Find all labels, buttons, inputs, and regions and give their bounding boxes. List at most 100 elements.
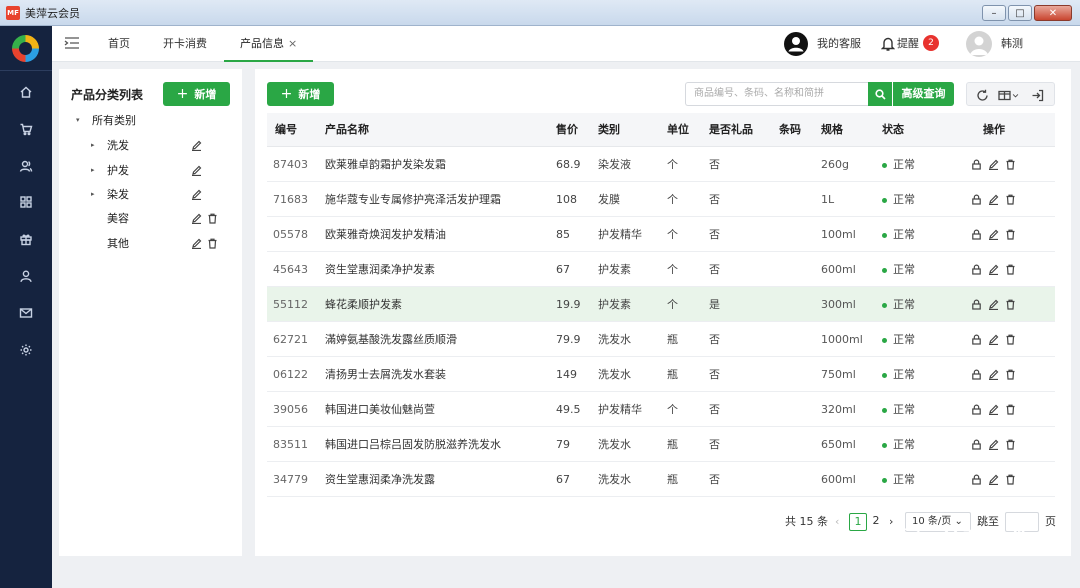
lock-icon[interactable] bbox=[971, 404, 982, 415]
delete-icon[interactable] bbox=[1005, 264, 1016, 275]
col-category[interactable]: 类别 bbox=[598, 113, 620, 147]
col-status[interactable]: 状态 bbox=[882, 113, 904, 147]
pagination-next-icon[interactable]: › bbox=[889, 512, 893, 532]
delete-icon[interactable] bbox=[1005, 159, 1016, 170]
tree-item-other[interactable]: 其他 bbox=[59, 232, 242, 254]
caret-right-icon[interactable]: ▸ bbox=[91, 190, 95, 198]
refresh-button[interactable] bbox=[976, 88, 989, 102]
tree-item-beauty[interactable]: 美容 bbox=[59, 207, 242, 229]
lock-icon[interactable] bbox=[971, 439, 982, 450]
delete-icon[interactable] bbox=[1005, 404, 1016, 415]
tree-item-care[interactable]: ▸ 护发 bbox=[59, 159, 242, 181]
caret-right-icon[interactable]: ▸ bbox=[91, 141, 95, 149]
reminder-link[interactable]: 提醒 bbox=[897, 26, 919, 62]
delete-icon[interactable] bbox=[1005, 439, 1016, 450]
edit-icon[interactable] bbox=[988, 299, 999, 311]
tree-item-wash[interactable]: ▸ 洗发 bbox=[59, 134, 242, 156]
table-row[interactable]: 71683 施华蔻专业专属修护亮泽活发护理霜 108 发膜 个 否 1L 正常 bbox=[267, 182, 1055, 217]
edit-icon[interactable] bbox=[988, 229, 999, 241]
user-name[interactable]: 韩测 bbox=[1001, 26, 1023, 62]
nav-staff[interactable] bbox=[0, 262, 52, 290]
nav-products[interactable] bbox=[0, 188, 52, 216]
search-input[interactable]: 商品编号、条码、名称和简拼 bbox=[685, 82, 868, 106]
edit-icon[interactable] bbox=[988, 474, 999, 486]
edit-icon[interactable] bbox=[988, 159, 999, 171]
delete-icon[interactable] bbox=[1005, 474, 1016, 485]
export-button[interactable] bbox=[1031, 88, 1044, 102]
edit-icon[interactable] bbox=[988, 404, 999, 416]
col-barcode[interactable]: 条码 bbox=[779, 113, 801, 147]
lock-icon[interactable] bbox=[971, 159, 982, 170]
nav-members[interactable] bbox=[0, 152, 52, 180]
table-row[interactable]: 34779 资生堂惠润柔净洗发露 67 洗发水 瓶 否 600ml 正常 bbox=[267, 462, 1055, 497]
col-spec[interactable]: 规格 bbox=[821, 113, 843, 147]
edit-icon[interactable] bbox=[988, 194, 999, 206]
pagination-page-2[interactable]: 2 bbox=[867, 513, 885, 531]
delete-icon[interactable] bbox=[207, 213, 218, 224]
edit-icon[interactable] bbox=[988, 439, 999, 451]
delete-icon[interactable] bbox=[1005, 229, 1016, 240]
lock-icon[interactable] bbox=[971, 194, 982, 205]
table-row[interactable]: 05578 欧莱雅奇焕润发护发精油 85 护发精华 个 否 100ml 正常 bbox=[267, 217, 1055, 252]
bell-icon[interactable] bbox=[880, 36, 896, 52]
pagination-page-1[interactable]: 1 bbox=[849, 513, 867, 531]
table-row[interactable]: 06122 清扬男士去屑洗发水套装 149 洗发水 瓶 否 750ml 正常 bbox=[267, 357, 1055, 392]
tab-home[interactable]: 首页 bbox=[108, 26, 130, 62]
pagination-prev-icon[interactable]: ‹ bbox=[835, 512, 839, 532]
edit-icon[interactable] bbox=[988, 369, 999, 381]
edit-icon[interactable] bbox=[988, 334, 999, 346]
edit-icon[interactable] bbox=[191, 140, 202, 152]
delete-icon[interactable] bbox=[207, 238, 218, 249]
edit-icon[interactable] bbox=[191, 189, 202, 201]
edit-icon[interactable] bbox=[191, 213, 202, 225]
add-category-button[interactable]: + 新增 bbox=[163, 82, 230, 106]
table-row[interactable]: 45643 资生堂惠润柔净护发素 67 护发素 个 否 600ml 正常 bbox=[267, 252, 1055, 287]
edit-icon[interactable] bbox=[191, 238, 202, 250]
col-unit[interactable]: 单位 bbox=[667, 113, 689, 147]
lock-icon[interactable] bbox=[971, 474, 982, 485]
brand-logo-icon[interactable] bbox=[12, 35, 39, 62]
tab-card-consume[interactable]: 开卡消费 bbox=[163, 26, 207, 62]
table-row[interactable]: 39056 韩国进口美妆仙魅尚萱 49.5 护发精华 个 否 320ml 正常 bbox=[267, 392, 1055, 427]
lock-icon[interactable] bbox=[971, 369, 982, 380]
delete-icon[interactable] bbox=[1005, 334, 1016, 345]
nav-settings[interactable] bbox=[0, 336, 52, 364]
delete-icon[interactable] bbox=[1005, 369, 1016, 380]
delete-icon[interactable] bbox=[1005, 299, 1016, 310]
col-price[interactable]: 售价 bbox=[556, 113, 578, 147]
nav-messages[interactable] bbox=[0, 299, 52, 327]
table-row-selected[interactable]: 55112 蜂花柔顺护发素 19.9 护发素 个 是 300ml 正常 bbox=[267, 287, 1055, 322]
col-code[interactable]: 编号 bbox=[275, 113, 297, 147]
lock-icon[interactable] bbox=[971, 264, 982, 275]
menu-toggle-button[interactable] bbox=[64, 36, 80, 50]
caret-down-icon[interactable]: ▾ bbox=[76, 116, 80, 124]
add-product-button[interactable]: + 新增 bbox=[267, 82, 334, 106]
caret-right-icon[interactable]: ▸ bbox=[91, 166, 95, 174]
minimize-button[interactable]: – bbox=[982, 5, 1006, 21]
delete-icon[interactable] bbox=[1005, 194, 1016, 205]
advanced-search-button[interactable]: 高级查询 bbox=[893, 82, 954, 106]
customer-service-icon[interactable] bbox=[784, 32, 808, 56]
col-name[interactable]: 产品名称 bbox=[325, 113, 369, 147]
tree-item-all[interactable]: ▾ 所有类别 bbox=[59, 109, 242, 131]
nav-home[interactable] bbox=[0, 78, 52, 106]
edit-icon[interactable] bbox=[988, 264, 999, 276]
maximize-button[interactable]: □ bbox=[1008, 5, 1032, 21]
lock-icon[interactable] bbox=[971, 334, 982, 345]
search-button[interactable] bbox=[868, 82, 892, 106]
avatar[interactable] bbox=[966, 31, 992, 57]
table-row[interactable]: 83511 韩国进口吕棕吕固发防脱滋养洗发水 79 洗发水 瓶 否 650ml … bbox=[267, 427, 1055, 462]
edit-icon[interactable] bbox=[191, 165, 202, 177]
table-row[interactable]: 87403 欧莱雅卓韵霜护发染发霜 68.9 染发液 个 否 260g 正常 bbox=[267, 147, 1055, 182]
nav-cart[interactable] bbox=[0, 115, 52, 143]
tab-product-info[interactable]: 产品信息 × bbox=[224, 26, 314, 62]
table-row[interactable]: 62721 滿婷氨基酸洗发露丝质顺滑 79.9 洗发水 瓶 否 1000ml 正… bbox=[267, 322, 1055, 357]
tab-close-icon[interactable]: × bbox=[288, 37, 297, 50]
nav-gifts[interactable] bbox=[0, 225, 52, 253]
col-gift[interactable]: 是否礼品 bbox=[709, 113, 753, 147]
lock-icon[interactable] bbox=[971, 229, 982, 240]
close-window-button[interactable]: ✕ bbox=[1034, 5, 1072, 21]
columns-button[interactable] bbox=[998, 88, 1020, 102]
customer-service-link[interactable]: 我的客服 bbox=[817, 26, 861, 62]
lock-icon[interactable] bbox=[971, 299, 982, 310]
